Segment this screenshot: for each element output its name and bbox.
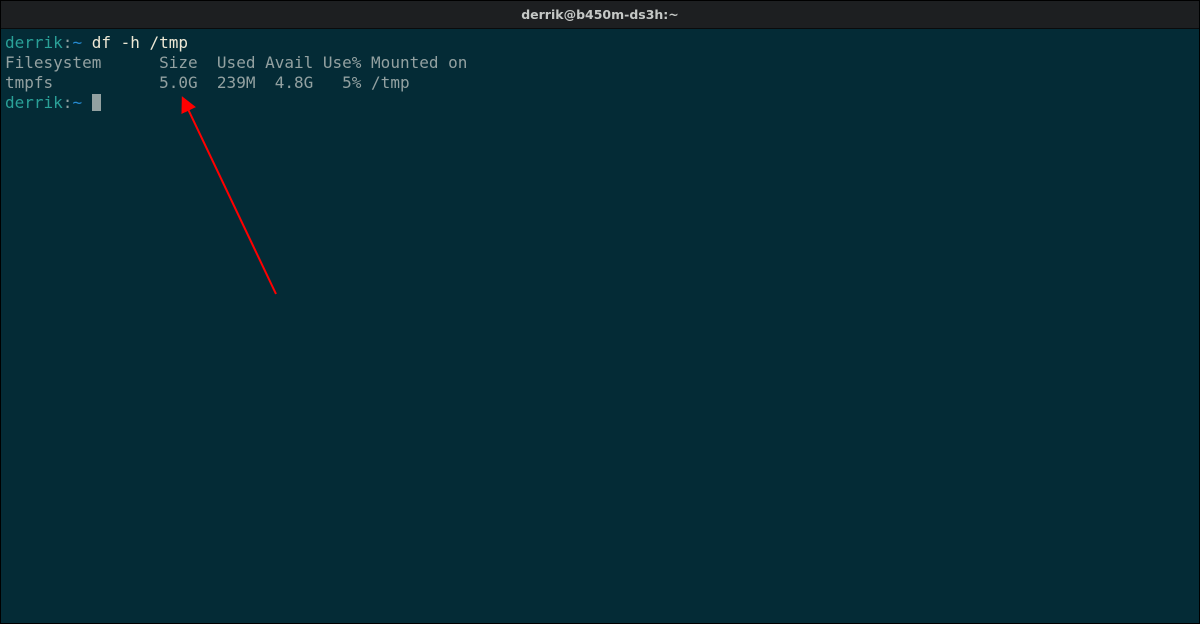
command-line-1: derrik:~ df -h /tmp bbox=[5, 33, 1195, 53]
prompt-sep-2: : bbox=[63, 93, 73, 112]
prompt-space bbox=[82, 33, 92, 52]
cursor bbox=[92, 94, 101, 111]
prompt-space-2 bbox=[82, 93, 92, 112]
output-header: Filesystem Size Used Avail Use% Mounted … bbox=[5, 53, 1195, 73]
terminal-area[interactable]: derrik:~ df -h /tmp Filesystem Size Used… bbox=[1, 29, 1199, 623]
terminal-window: derrik@b450m-ds3h:~ derrik:~ df -h /tmp … bbox=[1, 1, 1199, 623]
command-line-2: derrik:~ bbox=[5, 93, 1195, 113]
prompt-sep: : bbox=[63, 33, 73, 52]
prompt-path: ~ bbox=[72, 33, 82, 52]
output-row-1: tmpfs 5.0G 239M 4.8G 5% /tmp bbox=[5, 73, 1195, 93]
prompt-user-2: derrik bbox=[5, 93, 63, 112]
command-text: df -h /tmp bbox=[92, 33, 188, 52]
prompt-path-2: ~ bbox=[72, 93, 82, 112]
prompt-user: derrik bbox=[5, 33, 63, 52]
annotation-arrow bbox=[1, 29, 1199, 623]
window-titlebar[interactable]: derrik@b450m-ds3h:~ bbox=[1, 1, 1199, 29]
window-title: derrik@b450m-ds3h:~ bbox=[521, 7, 679, 22]
